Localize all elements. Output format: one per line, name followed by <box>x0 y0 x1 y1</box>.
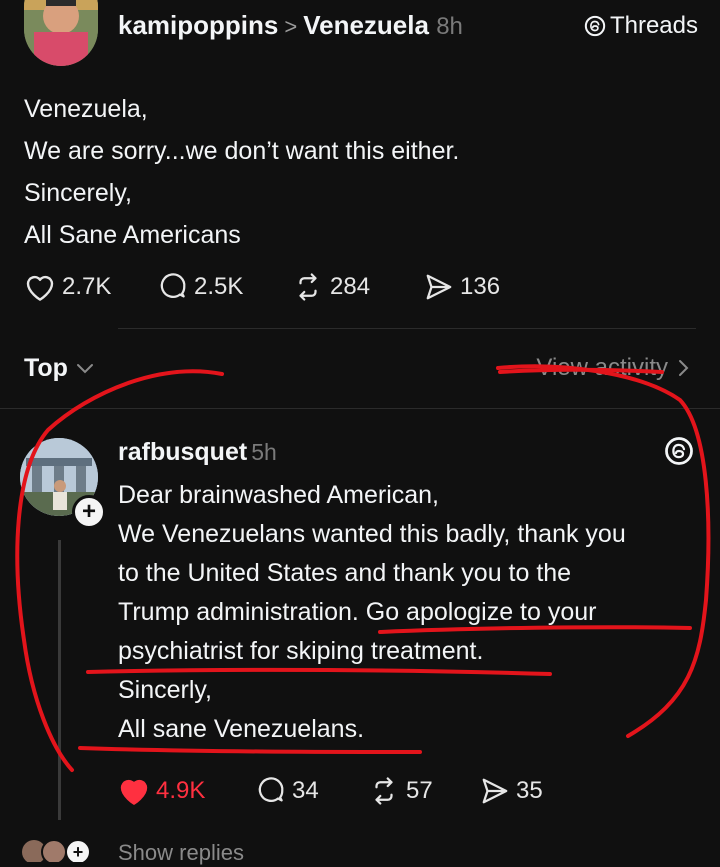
send-icon <box>482 778 508 804</box>
view-activity-link[interactable]: View activity <box>536 354 690 382</box>
reply-count: 34 <box>292 777 319 804</box>
reply-avatars: + <box>20 838 100 867</box>
like-count: 2.7K <box>62 273 112 300</box>
reply-line: psychiatrist for skiping treatment. <box>118 637 484 665</box>
post-time: 8h <box>436 13 463 40</box>
chevron-right-icon: > <box>284 14 298 39</box>
sort-dropdown[interactable]: Top <box>24 354 94 383</box>
post-actions: 2.7K 2.5K 284 136 <box>24 272 500 302</box>
thread-line <box>58 540 61 820</box>
reply-time: 5h <box>251 439 277 465</box>
post-header: kamipoppins > Venezuela 8h <box>118 10 463 41</box>
divider <box>0 408 720 409</box>
reply-actions: 4.9K 34 57 35 <box>118 776 543 806</box>
reply-line: We Venezuelans wanted this badly, thank … <box>118 520 626 548</box>
reply-button[interactable]: 2.5K <box>158 272 292 302</box>
reply-count: 2.5K <box>194 273 244 300</box>
threads-logo-icon <box>664 436 694 471</box>
share-count: 35 <box>516 777 543 804</box>
threads-logo-icon <box>584 15 606 37</box>
post-line: We are sorry...we don’t want this either… <box>24 137 460 165</box>
sort-label: Top <box>24 354 68 382</box>
svg-text:+: + <box>73 842 84 862</box>
post-line: Venezuela, <box>24 95 148 123</box>
reply-author-name[interactable]: rafbusquet <box>118 438 247 466</box>
divider <box>118 328 696 329</box>
threads-badge[interactable]: Threads <box>584 12 698 40</box>
post-line: Sincerely, <box>24 179 132 207</box>
repost-button[interactable]: 284 <box>292 272 424 302</box>
repost-icon <box>375 777 393 805</box>
share-button[interactable]: 35 <box>480 776 543 806</box>
like-count: 4.9K <box>156 777 206 804</box>
chevron-down-icon <box>76 363 93 373</box>
show-replies-link[interactable]: Show replies <box>118 840 244 866</box>
reply-button[interactable]: 34 <box>256 776 368 806</box>
share-count: 136 <box>460 273 501 300</box>
like-button[interactable]: 4.9K <box>118 776 256 806</box>
post-body: Venezuela, We are sorry...we don’t want … <box>24 88 459 256</box>
reply-line: to the United States and thank you to th… <box>118 559 572 587</box>
threads-label: Threads <box>609 12 698 39</box>
reply-line: Trump administration. Go apologize to yo… <box>118 598 597 626</box>
repost-count: 284 <box>330 273 371 300</box>
reply-body: Dear brainwashed American, We Venezuelan… <box>118 476 626 749</box>
send-icon <box>426 274 452 300</box>
repost-count: 57 <box>406 777 433 804</box>
follow-plus-button[interactable]: + <box>72 495 106 529</box>
like-button[interactable]: 2.7K <box>24 272 158 302</box>
heart-icon <box>120 779 148 805</box>
repost-icon <box>299 273 317 301</box>
author-avatar[interactable] <box>24 0 98 66</box>
reply-line: Dear brainwashed American, <box>118 481 439 509</box>
reply-line: All sane Venezuelans. <box>118 715 365 743</box>
post-line: All Sane Americans <box>24 221 241 249</box>
reply-line: Sincerly, <box>118 676 213 704</box>
comment-icon <box>258 777 284 802</box>
reply-header: rafbusquet 5h <box>118 438 277 467</box>
author-name[interactable]: kamipoppins <box>118 10 278 40</box>
chevron-right-icon <box>679 360 689 376</box>
community-name[interactable]: Venezuela <box>303 10 429 40</box>
heart-icon <box>26 275 54 301</box>
share-button[interactable]: 136 <box>424 272 500 302</box>
repost-button[interactable]: 57 <box>368 776 480 806</box>
view-activity-label: View activity <box>536 354 668 381</box>
comment-icon <box>160 273 186 298</box>
